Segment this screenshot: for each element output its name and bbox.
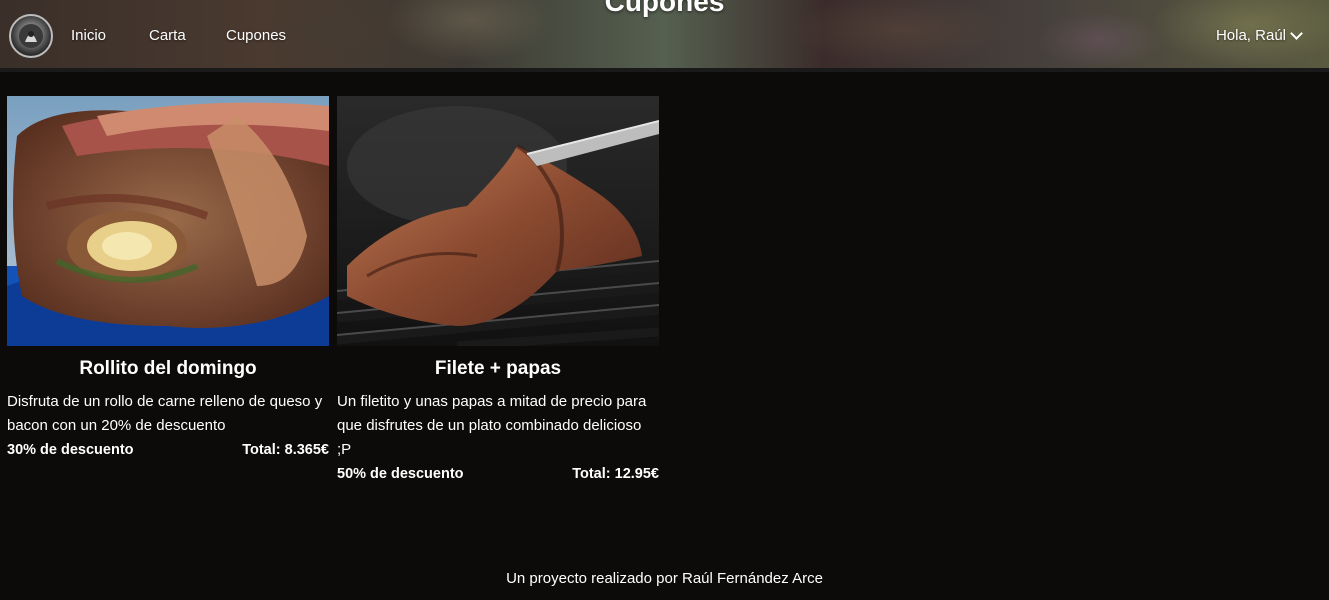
page-footer: Un proyecto realizado por Raúl Fernández…	[506, 570, 823, 587]
coupon-image-filete	[337, 96, 659, 346]
top-navbar: Cupones Inicio Carta Cupones Hola, Raúl	[0, 0, 1329, 72]
coupon-card[interactable]: Filete + papas Un filetito y unas papas …	[337, 96, 659, 486]
coupon-discount: 50% de descuento	[337, 466, 464, 482]
coupon-description: Disfruta de un rollo de carne relleno de…	[7, 393, 323, 434]
coupon-footer: 50% de descuento Total: 12.95€	[337, 462, 659, 486]
coupon-discount: 30% de descuento	[7, 442, 134, 458]
coupon-total: Total: 8.365€	[242, 442, 329, 458]
coupon-footer: 30% de descuento Total: 8.365€	[7, 438, 329, 462]
coupon-total: Total: 12.95€	[572, 466, 659, 482]
restaurant-logo-icon[interactable]	[9, 14, 53, 58]
coupon-title: Filete + papas	[434, 358, 562, 379]
nav-link-inicio[interactable]: Inicio	[71, 27, 106, 44]
user-menu-dropdown[interactable]: Hola, Raúl	[1215, 27, 1303, 44]
coupon-title: Rollito del domingo	[79, 358, 257, 379]
nav-link-cupones[interactable]: Cupones	[226, 27, 286, 44]
chevron-down-icon	[1290, 27, 1303, 40]
coupon-card[interactable]: Rollito del domingo Disfruta de un rollo…	[7, 96, 329, 462]
coupon-description: Un filetito y unas papas a mitad de prec…	[337, 393, 647, 458]
user-greeting: Hola, Raúl	[1215, 27, 1286, 44]
coupon-image-rollito	[7, 96, 329, 346]
nav-link-carta[interactable]: Carta	[149, 27, 186, 44]
page-title: Cupones	[604, 0, 725, 17]
